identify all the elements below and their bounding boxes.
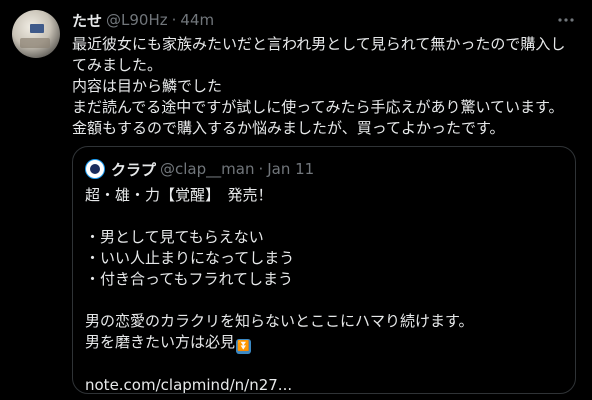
tweet-text-line: 最近彼女にも家族みたいだと言われ男として見られて無かったので購入し: [72, 35, 566, 53]
author-handle[interactable]: @L90Hz: [106, 11, 168, 29]
quote-avatar: [85, 159, 105, 179]
quote-line: [85, 206, 565, 227]
quote-line: 超・雄・力【覚醒】 発売！: [85, 186, 273, 204]
quoted-tweet[interactable]: クラプ @clap__man · Jan 11 超・雄・力【覚醒】 発売！ ・男…: [72, 146, 576, 394]
avatar-image-detail: [30, 24, 44, 33]
quote-author-handle: @clap__man: [160, 160, 255, 178]
tweet-text-line: 内容は目から鱗でした: [72, 77, 223, 95]
tweet-text-line: まだ読んでる途中ですが試しに使ってみたら手応えがあり驚いています。: [72, 98, 564, 116]
tweet[interactable]: たせ @L90Hz · 44m 最近彼女にも家族みたいだと言われ男として見られて…: [0, 0, 592, 400]
avatar-image-detail-2: [20, 38, 50, 48]
quote-link[interactable]: note.com/clapmind/n/n27...: [85, 375, 565, 396]
quote-line: ・男として見てもらえない: [85, 228, 264, 246]
quote-line: [85, 290, 565, 311]
author-name[interactable]: たせ: [72, 10, 102, 31]
quoted-tweet-text: 超・雄・力【覚醒】 発売！ ・男として見てもらえない ・いい人止まりになってしま…: [85, 185, 565, 396]
quote-line: [85, 354, 565, 375]
down-double-arrow-emoji-icon: ⏬: [236, 339, 252, 354]
quote-line: ・付き合ってもフラれてしまう: [85, 270, 294, 288]
more-horizontal-icon: [558, 18, 574, 22]
tweet-text: 最近彼女にも家族みたいだと言われ男として見られて無かったので購入し てみました。…: [72, 34, 578, 139]
quote-line: 男を磨きたい方は必見: [85, 333, 236, 351]
quoted-tweet-header: クラプ @clap__man · Jan 11: [85, 159, 314, 179]
quote-line-with-emoji: 男を磨きたい方は必見 ⏬: [85, 332, 565, 354]
header-separator: ·: [171, 11, 177, 29]
tweet-time[interactable]: 44m: [180, 11, 214, 29]
tweet-text-line: 金額もするので購入するか悩みましたが、買ってよかったです。: [72, 119, 505, 137]
quote-date: Jan 11: [267, 160, 315, 178]
more-options-button[interactable]: [556, 10, 576, 30]
avatar[interactable]: [12, 10, 60, 58]
quote-separator: ·: [258, 160, 264, 178]
quote-author-name: クラプ: [111, 160, 157, 179]
tweet-text-line: てみました。: [72, 56, 163, 74]
quote-line: ・いい人止まりになってしまう: [85, 249, 295, 267]
tweet-header: たせ @L90Hz · 44m: [72, 10, 214, 30]
quote-line: 男の恋愛のカラクリを知らないとここにハマり続けます。: [85, 312, 474, 330]
